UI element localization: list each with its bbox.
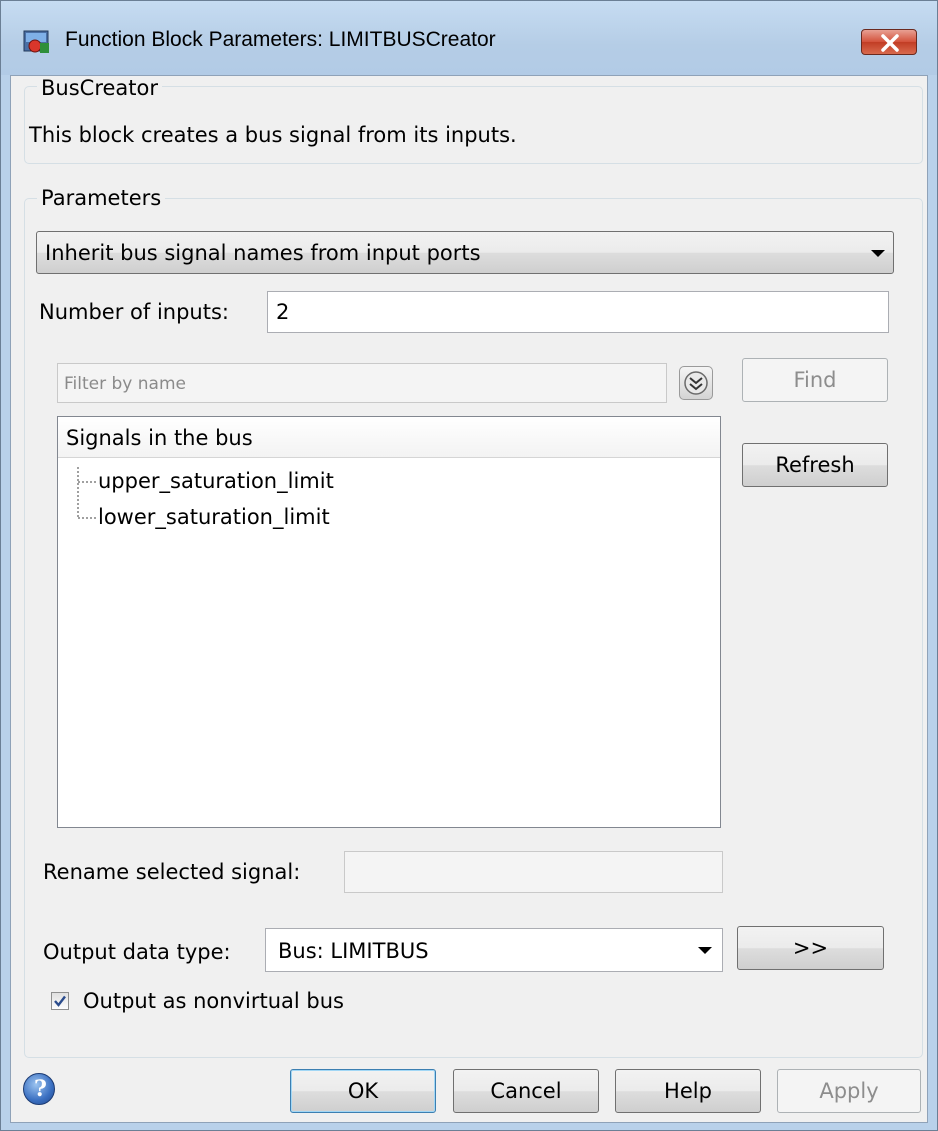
help-icon[interactable]: ? <box>23 1073 55 1105</box>
rename-signal-label: Rename selected signal: <box>43 860 301 884</box>
checkmark-icon <box>54 995 66 1007</box>
tree-connector <box>78 481 96 483</box>
signals-list-header-label: Signals in the bus <box>66 426 253 450</box>
help-button[interactable]: Help <box>615 1069 761 1113</box>
rename-signal-field[interactable] <box>344 851 723 893</box>
num-inputs-label: Number of inputs: <box>39 300 229 324</box>
signals-list-header: Signals in the bus <box>58 417 720 458</box>
refresh-button[interactable]: Refresh <box>742 443 888 487</box>
find-button[interactable]: Find <box>742 358 888 402</box>
data-type-assistant-button[interactable]: >> <box>737 926 884 970</box>
num-inputs-value: 2 <box>276 300 290 324</box>
output-data-type-value: Bus: LIMITBUS <box>278 939 429 963</box>
tree-connector <box>77 467 79 517</box>
parameters-group-legend: Parameters <box>37 186 166 210</box>
filter-input[interactable]: Filter by name <box>57 363 667 403</box>
dialog-client-area: BusCreator This block creates a bus sign… <box>10 75 928 1123</box>
nonvirtual-bus-label: Output as nonvirtual bus <box>83 989 344 1013</box>
apply-button[interactable]: Apply <box>777 1069 921 1113</box>
output-data-type-select[interactable]: Bus: LIMITBUS <box>265 928 723 972</box>
tree-connector <box>78 517 96 519</box>
filter-options-button[interactable] <box>679 366 713 400</box>
signal-naming-select[interactable]: Inherit bus signal names from input port… <box>36 231 894 274</box>
num-inputs-field[interactable]: 2 <box>267 291 889 333</box>
simulink-block-icon <box>23 29 51 55</box>
nonvirtual-bus-checkbox[interactable] <box>51 992 69 1010</box>
dialog-window: Function Block Parameters: LIMITBUSCreat… <box>0 0 938 1131</box>
double-chevron-down-icon <box>684 371 708 395</box>
filter-placeholder: Filter by name <box>64 374 186 394</box>
close-button[interactable] <box>861 29 917 55</box>
output-data-type-label: Output data type: <box>43 940 231 964</box>
signal-item-lower[interactable]: lower_saturation_limit <box>98 505 330 529</box>
cancel-button[interactable]: Cancel <box>453 1069 599 1113</box>
signal-item-upper[interactable]: upper_saturation_limit <box>98 469 334 493</box>
block-description: This block creates a bus signal from its… <box>29 123 517 147</box>
title-bar[interactable]: Function Block Parameters: LIMITBUSCreat… <box>1 1 937 75</box>
chevron-down-icon <box>698 947 712 954</box>
description-group-legend: BusCreator <box>37 76 162 100</box>
signal-naming-select-value: Inherit bus signal names from input port… <box>45 241 481 265</box>
window-title: Function Block Parameters: LIMITBUSCreat… <box>65 28 496 51</box>
signals-list[interactable]: Signals in the bus upper_saturation_limi… <box>57 416 721 828</box>
ok-button[interactable]: OK <box>290 1069 436 1113</box>
close-icon <box>881 34 899 52</box>
chevron-down-icon <box>871 250 885 257</box>
